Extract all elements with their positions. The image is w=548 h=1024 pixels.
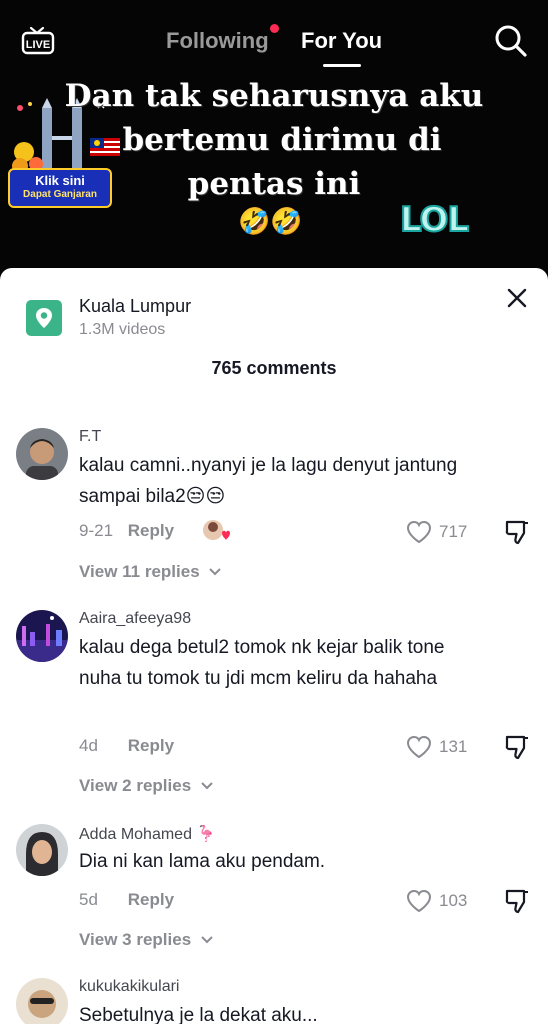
thumbs-down-icon — [505, 520, 528, 545]
video-caption-line-3: pentas ini — [187, 166, 361, 202]
like-button[interactable] — [406, 520, 432, 544]
avatar[interactable] — [16, 610, 68, 662]
thumbs-down-icon — [505, 735, 528, 760]
view-replies-label: View 11 replies — [79, 562, 200, 581]
view-replies-label: View 2 replies — [79, 776, 192, 795]
tab-following[interactable]: Following — [166, 28, 269, 54]
avatar[interactable] — [16, 428, 68, 480]
comment-text: Dia ni kan lama aku pendam. — [79, 851, 326, 872]
comments-count: 765 comments — [211, 358, 337, 378]
comment-text: kalau dega betul2 tomok nk kejar balik t… — [79, 637, 445, 689]
heart-icon — [406, 889, 432, 913]
location-video-count: 1.3M videos — [79, 321, 166, 338]
close-button[interactable] — [505, 286, 529, 310]
search-button[interactable] — [494, 24, 528, 58]
comment-username[interactable]: Aaira_afeeya98 — [79, 610, 191, 628]
like-count: 131 — [439, 737, 468, 756]
avatar[interactable] — [16, 824, 68, 876]
comment-text: Sebetulnya je la dekat aku... — [79, 1005, 318, 1024]
view-replies-button[interactable]: View 2 replies — [79, 776, 214, 796]
comment-username[interactable]: kukukakikulari — [79, 978, 179, 996]
dislike-button[interactable] — [504, 888, 530, 914]
comment-date: 4d — [79, 736, 98, 755]
active-tab-indicator — [323, 64, 361, 67]
comment-date: 5d — [79, 890, 98, 909]
lol-sticker: LOL — [399, 199, 470, 241]
like-count: 717 — [439, 522, 468, 541]
view-replies-button[interactable]: View 3 replies — [79, 930, 214, 950]
like-button[interactable] — [406, 889, 432, 913]
live-button[interactable]: LIVE — [20, 24, 56, 56]
location-name[interactable]: Kuala Lumpur — [79, 296, 191, 317]
like-button[interactable] — [406, 735, 432, 759]
live-label: LIVE — [26, 39, 50, 51]
reply-button[interactable]: Reply — [128, 736, 174, 756]
creator-liked-badge — [202, 519, 230, 543]
comments-sheet: Kuala Lumpur 1.3M videos 765 comments F.… — [0, 268, 548, 1024]
thumbs-down-icon — [505, 889, 528, 914]
top-navigation: LIVE Following For You — [0, 0, 548, 80]
close-icon — [507, 288, 527, 308]
live-icon: LIVE — [21, 26, 55, 55]
chevron-down-icon — [201, 782, 213, 790]
like-count: 103 — [439, 891, 468, 910]
tab-for-you[interactable]: For You — [301, 28, 382, 54]
heart-icon — [406, 735, 432, 759]
dislike-button[interactable] — [504, 734, 530, 760]
comment-username[interactable]: F.T — [79, 428, 101, 446]
view-replies-button[interactable]: View 11 replies — [79, 562, 222, 582]
comment-meta: 4d Reply — [79, 736, 174, 756]
search-icon — [495, 25, 527, 57]
caption-emoji: 🤣🤣 — [238, 206, 303, 236]
video-caption-line-2: bertemu dirimu di — [122, 122, 442, 158]
following-notification-dot — [270, 24, 279, 33]
location-pin-icon[interactable] — [26, 300, 62, 336]
comment-username[interactable]: Adda Mohamed 🦩 — [79, 824, 216, 844]
video-player[interactable]: Klik sini Dapat Ganjaran Dan tak seharus… — [0, 0, 548, 275]
dislike-button[interactable] — [504, 519, 530, 545]
view-replies-label: View 3 replies — [79, 930, 192, 949]
chevron-down-icon — [209, 568, 222, 576]
reply-button[interactable]: Reply — [128, 521, 174, 541]
heart-icon — [406, 520, 432, 544]
comment-text: kalau camni..nyanyi je la lagu denyut ja… — [79, 455, 458, 507]
comment-meta: 9-21 Reply — [79, 521, 174, 541]
chevron-down-icon — [201, 936, 213, 944]
avatar[interactable] — [16, 978, 68, 1024]
comment-meta: 5d Reply — [79, 890, 174, 910]
video-caption-line-1: Dan tak seharusnya aku — [64, 78, 484, 114]
reply-button[interactable]: Reply — [128, 890, 174, 910]
comment-date: 9-21 — [79, 521, 114, 540]
